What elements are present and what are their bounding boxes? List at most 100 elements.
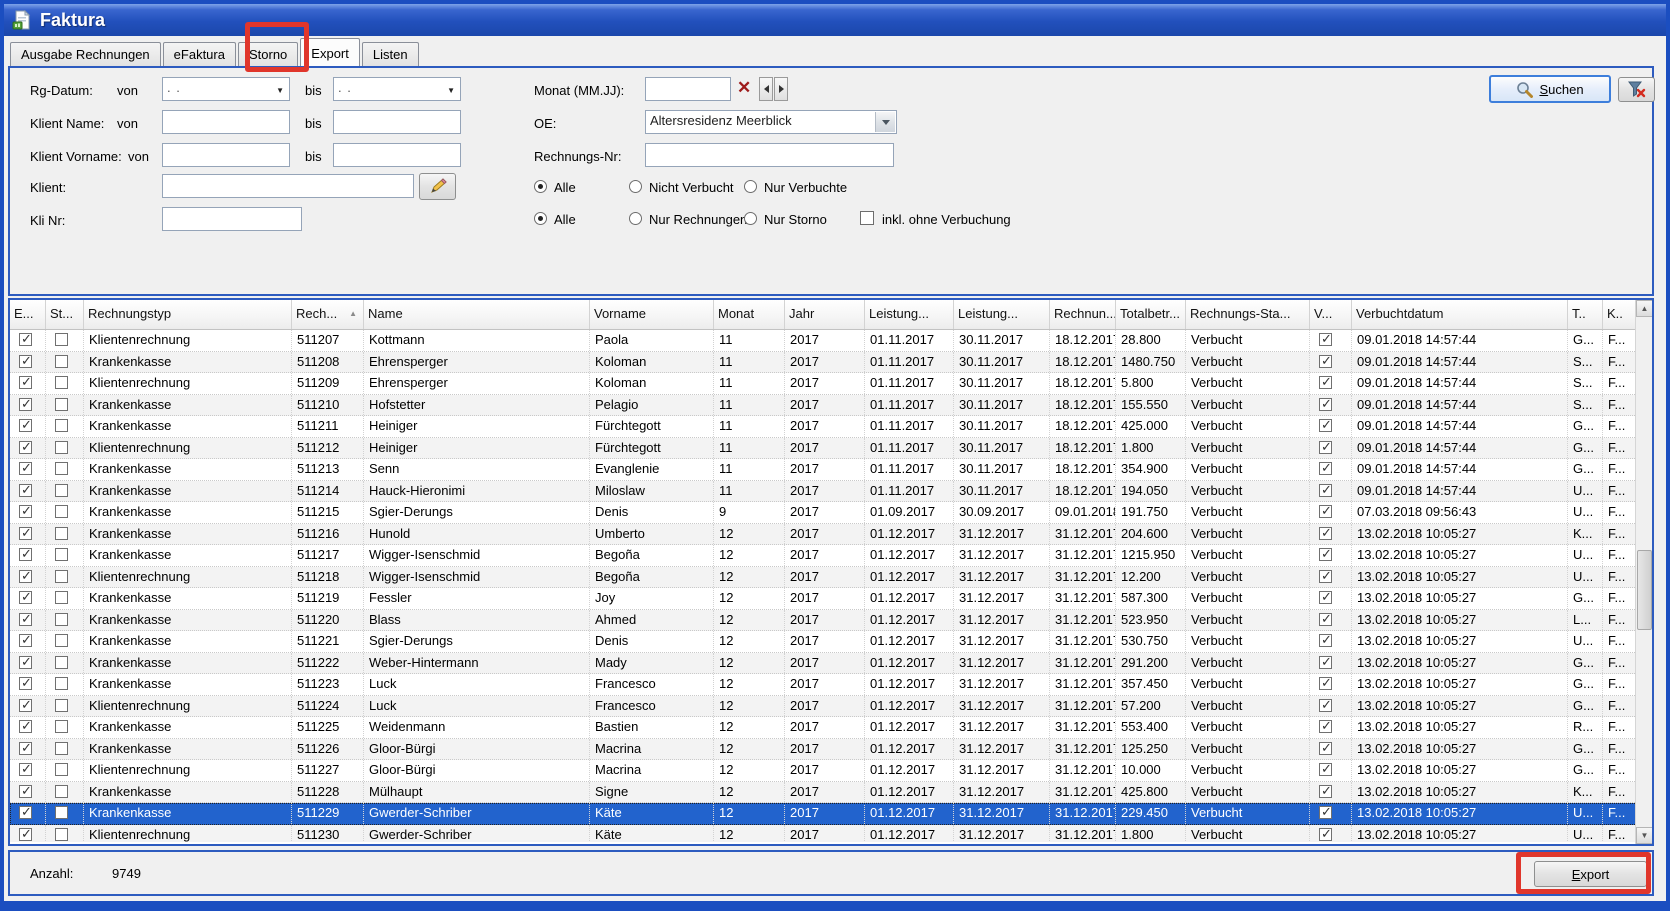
rg-datum-bis-input[interactable]: . . ▼ <box>333 77 461 101</box>
cell-e[interactable] <box>10 395 46 416</box>
table-row[interactable]: Klientenrechnung511230Gwerder-SchriberKä… <box>10 825 1639 843</box>
cell-st[interactable] <box>46 803 84 824</box>
oe-dropdown-button[interactable] <box>875 112 895 132</box>
e-checkbox[interactable] <box>19 634 32 647</box>
tab-ausgabe-rechnungen[interactable]: Ausgabe Rechnungen <box>10 42 161 66</box>
e-checkbox[interactable] <box>19 785 32 798</box>
e-checkbox[interactable] <box>19 742 32 755</box>
cell-st[interactable] <box>46 330 84 351</box>
table-row[interactable]: Krankenkasse511223LuckFrancesco12201701.… <box>10 674 1639 696</box>
column-header-t[interactable]: T.. <box>1568 300 1603 329</box>
e-checkbox[interactable] <box>19 527 32 540</box>
table-row[interactable]: Krankenkasse511221Sgier-DerungsDenis1220… <box>10 631 1639 653</box>
cell-v[interactable] <box>1310 459 1352 480</box>
cell-e[interactable] <box>10 459 46 480</box>
klient-vorname-von-input[interactable] <box>162 143 290 167</box>
cell-st[interactable] <box>46 739 84 760</box>
radio-nur-storno[interactable] <box>744 212 757 225</box>
cell-e[interactable] <box>10 524 46 545</box>
cell-v[interactable] <box>1310 373 1352 394</box>
column-header-totalbetrag[interactable]: Totalbetr... <box>1116 300 1186 329</box>
cell-st[interactable] <box>46 760 84 781</box>
scroll-down-button[interactable]: ▼ <box>1636 827 1653 844</box>
st-checkbox[interactable] <box>55 505 68 518</box>
v-checkbox[interactable] <box>1319 398 1332 411</box>
cell-v[interactable] <box>1310 567 1352 588</box>
radio-nur-verbuchte[interactable] <box>744 180 757 193</box>
e-checkbox[interactable] <box>19 591 32 604</box>
v-checkbox[interactable] <box>1319 333 1332 346</box>
e-checkbox[interactable] <box>19 806 32 819</box>
v-checkbox[interactable] <box>1319 462 1332 475</box>
chevron-down-icon[interactable]: ▼ <box>276 86 284 95</box>
st-checkbox[interactable] <box>55 677 68 690</box>
cell-st[interactable] <box>46 395 84 416</box>
st-checkbox[interactable] <box>55 527 68 540</box>
v-checkbox[interactable] <box>1319 828 1332 841</box>
cell-e[interactable] <box>10 760 46 781</box>
cell-e[interactable] <box>10 438 46 459</box>
st-checkbox[interactable] <box>55 699 68 712</box>
cell-st[interactable] <box>46 459 84 480</box>
kli-nr-input[interactable] <box>162 207 302 231</box>
column-header-status[interactable]: Rechnungs-Sta... <box>1186 300 1310 329</box>
cell-e[interactable] <box>10 739 46 760</box>
klient-vorname-bis-input[interactable] <box>333 143 461 167</box>
e-checkbox[interactable] <box>19 828 32 841</box>
column-header-st[interactable]: St... <box>46 300 84 329</box>
column-header-leistung_von[interactable]: Leistung... <box>865 300 954 329</box>
column-header-rechnungstyp[interactable]: Rechnungstyp <box>84 300 292 329</box>
table-row[interactable]: Klientenrechnung511207KottmannPaola11201… <box>10 330 1639 352</box>
klient-edit-button[interactable] <box>419 173 456 200</box>
e-checkbox[interactable] <box>19 656 32 669</box>
table-row[interactable]: Klientenrechnung511218Wigger-IsenschmidB… <box>10 567 1639 589</box>
cell-e[interactable] <box>10 696 46 717</box>
cell-st[interactable] <box>46 717 84 738</box>
st-checkbox[interactable] <box>55 570 68 583</box>
cell-e[interactable] <box>10 352 46 373</box>
cell-v[interactable] <box>1310 330 1352 351</box>
st-checkbox[interactable] <box>55 484 68 497</box>
cell-v[interactable] <box>1310 610 1352 631</box>
column-header-e[interactable]: E... <box>10 300 46 329</box>
table-row[interactable]: Krankenkasse511222Weber-HintermannMady12… <box>10 653 1639 675</box>
monat-input[interactable] <box>645 77 731 101</box>
cell-e[interactable] <box>10 545 46 566</box>
table-row[interactable]: Krankenkasse511213SennEvanglenie11201701… <box>10 459 1639 481</box>
cell-v[interactable] <box>1310 782 1352 803</box>
column-header-verbuchtdatum[interactable]: Verbuchtdatum <box>1352 300 1568 329</box>
cell-e[interactable] <box>10 610 46 631</box>
cell-v[interactable] <box>1310 352 1352 373</box>
clear-monat-icon[interactable]: ✕ <box>737 78 751 98</box>
cell-e[interactable] <box>10 567 46 588</box>
e-checkbox[interactable] <box>19 505 32 518</box>
table-row[interactable]: Krankenkasse511226Gloor-BürgiMacrina1220… <box>10 739 1639 761</box>
v-checkbox[interactable] <box>1319 634 1332 647</box>
cell-v[interactable] <box>1310 803 1352 824</box>
cell-st[interactable] <box>46 373 84 394</box>
cell-st[interactable] <box>46 782 84 803</box>
cell-v[interactable] <box>1310 524 1352 545</box>
st-checkbox[interactable] <box>55 763 68 776</box>
cell-st[interactable] <box>46 438 84 459</box>
e-checkbox[interactable] <box>19 613 32 626</box>
cell-v[interactable] <box>1310 395 1352 416</box>
cell-st[interactable] <box>46 545 84 566</box>
cell-st[interactable] <box>46 825 84 843</box>
inkl-ohne-verbuchung-checkbox[interactable] <box>860 211 874 225</box>
v-checkbox[interactable] <box>1319 570 1332 583</box>
cell-e[interactable] <box>10 653 46 674</box>
e-checkbox[interactable] <box>19 441 32 454</box>
cell-v[interactable] <box>1310 696 1352 717</box>
st-checkbox[interactable] <box>55 828 68 841</box>
cell-e[interactable] <box>10 588 46 609</box>
cell-st[interactable] <box>46 653 84 674</box>
cell-e[interactable] <box>10 502 46 523</box>
e-checkbox[interactable] <box>19 548 32 561</box>
cell-st[interactable] <box>46 524 84 545</box>
rechnungs-nr-input[interactable] <box>645 143 894 167</box>
cell-st[interactable] <box>46 502 84 523</box>
column-header-vorname[interactable]: Vorname <box>590 300 714 329</box>
table-row[interactable]: Krankenkasse511220BlassAhmed12201701.12.… <box>10 610 1639 632</box>
cell-v[interactable] <box>1310 502 1352 523</box>
